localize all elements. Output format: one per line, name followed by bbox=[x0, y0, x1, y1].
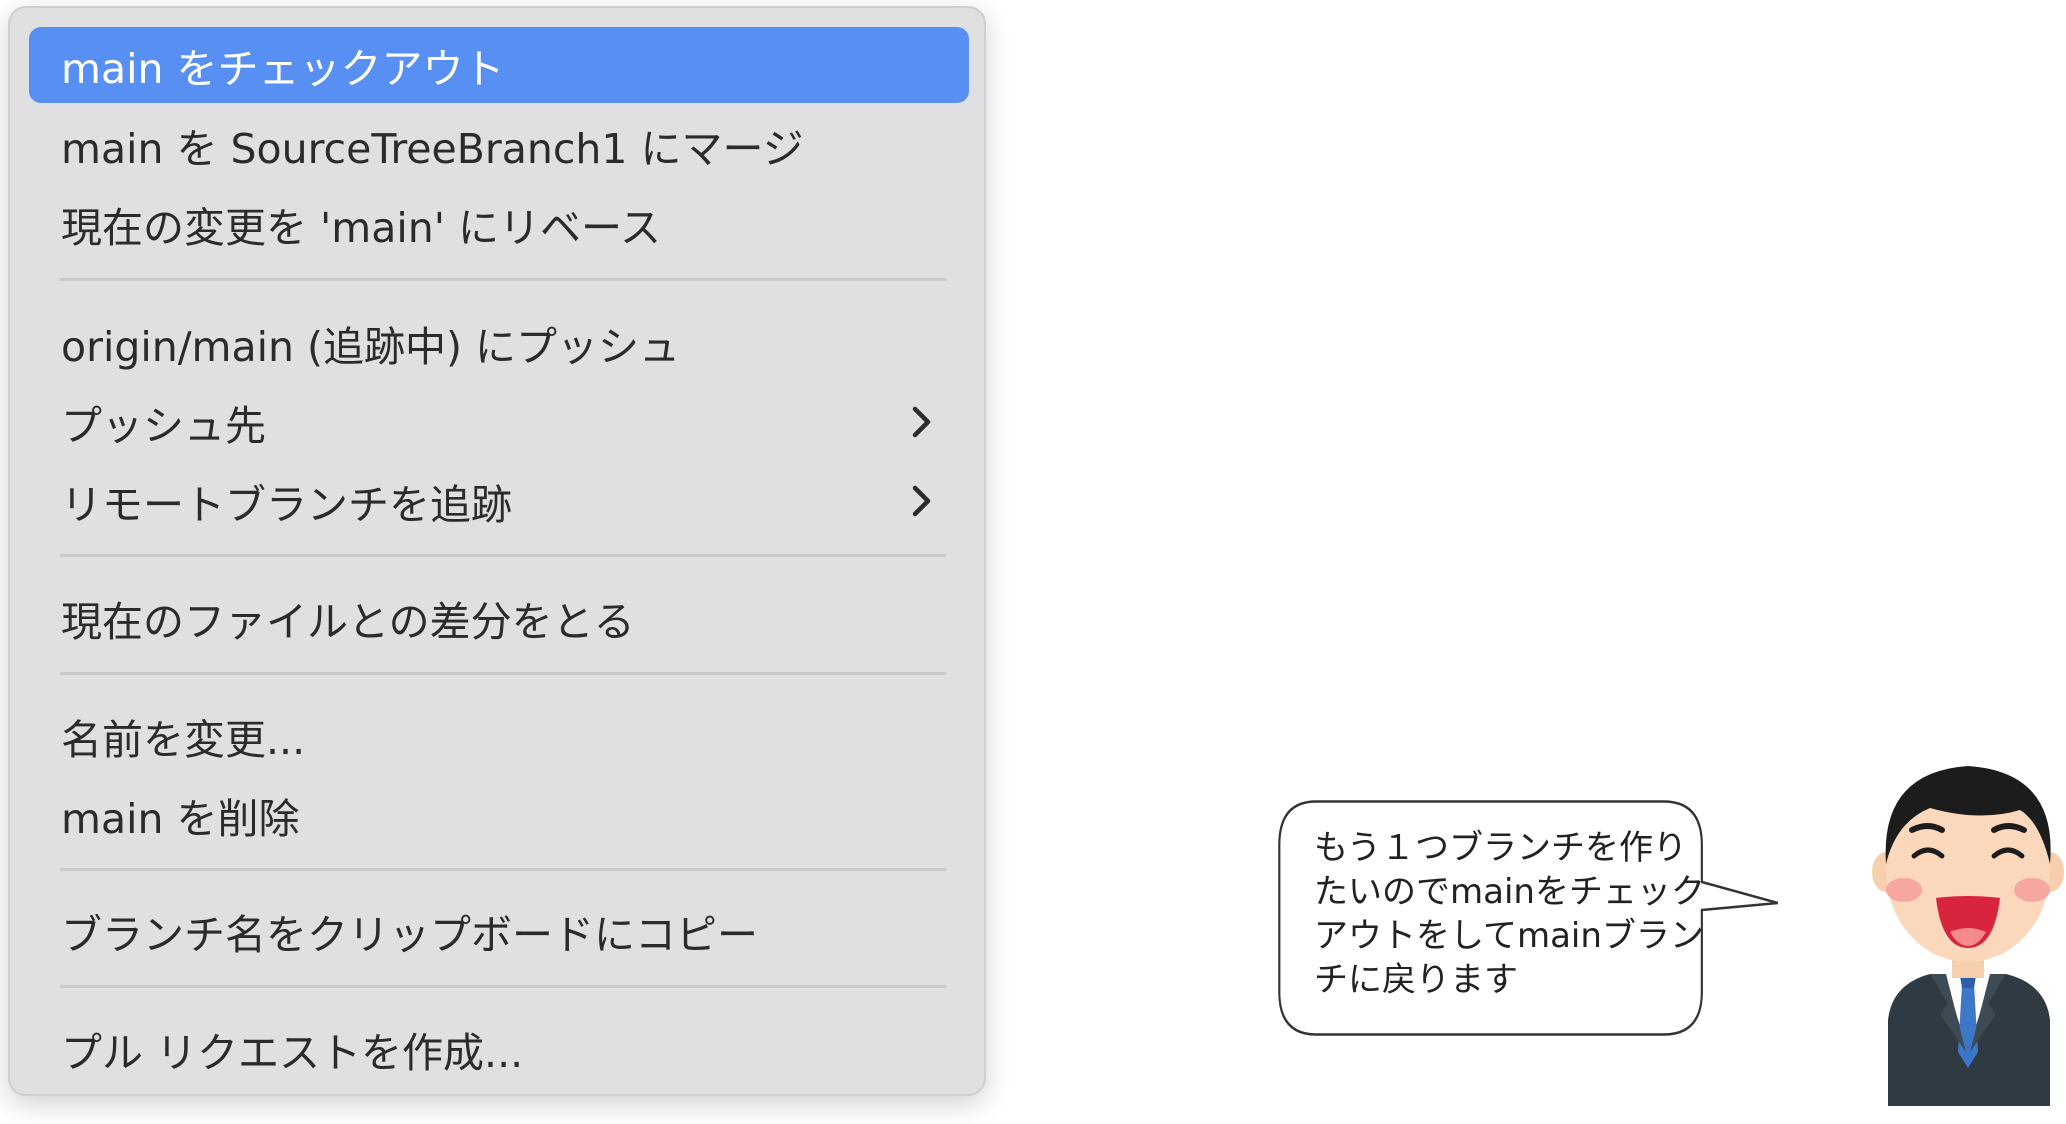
menu-item-push-origin-main[interactable]: origin/main (追跡中) にプッシュ bbox=[29, 305, 969, 381]
menu-item-push-to[interactable]: プッシュ先 bbox=[29, 384, 969, 460]
menu-item-label: main を SourceTreeBranch1 にマージ bbox=[61, 125, 804, 173]
context-menu: main をチェックアウト main を SourceTreeBranch1 に… bbox=[8, 6, 986, 1096]
menu-item-diff-with-current-file[interactable]: 現在のファイルとの差分をとる bbox=[29, 580, 969, 656]
menu-item-label: main を削除 bbox=[61, 795, 300, 843]
menu-separator bbox=[60, 985, 946, 988]
menu-item-track-remote-branch[interactable]: リモートブランチを追跡 bbox=[29, 463, 969, 539]
menu-item-label: ブランチ名をクリップボードにコピー bbox=[61, 911, 758, 959]
menu-item-label: 現在のファイルとの差分をとる bbox=[61, 598, 635, 646]
speech-bubble-line: たいのでmainをチェック bbox=[1314, 872, 1705, 912]
menu-item-label: プル リクエストを作成... bbox=[61, 1029, 524, 1077]
menu-item-merge-main[interactable]: main を SourceTreeBranch1 にマージ bbox=[29, 107, 969, 183]
menu-separator bbox=[60, 672, 946, 675]
chevron-right-icon bbox=[912, 406, 931, 438]
menu-item-label: プッシュ先 bbox=[61, 402, 266, 450]
businessman-illustration bbox=[1872, 766, 2064, 1106]
menu-item-rename[interactable]: 名前を変更... bbox=[29, 698, 969, 774]
menu-item-create-pull-request[interactable]: プル リクエストを作成... bbox=[29, 1011, 969, 1087]
menu-item-label: origin/main (追跡中) にプッシュ bbox=[61, 323, 681, 371]
speech-bubble-line: もう１つブランチを作り bbox=[1314, 828, 1687, 868]
menu-separator bbox=[60, 868, 946, 871]
chevron-right-icon bbox=[912, 485, 931, 517]
menu-separator bbox=[60, 278, 946, 281]
menu-item-checkout-main[interactable]: main をチェックアウト bbox=[29, 27, 969, 103]
menu-item-rebase-onto-main[interactable]: 現在の変更を 'main' にリベース bbox=[29, 186, 969, 262]
speech-bubble-line: アウトをしてmainブラン bbox=[1314, 916, 1704, 956]
speech-bubble-line: チに戻ります bbox=[1314, 960, 1518, 1000]
menu-item-copy-branch-name[interactable]: ブランチ名をクリップボードにコピー bbox=[29, 893, 969, 969]
menu-item-label: リモートブランチを追跡 bbox=[61, 481, 512, 529]
menu-separator bbox=[60, 554, 946, 557]
menu-item-label: main をチェックアウト bbox=[61, 45, 505, 93]
menu-item-label: 名前を変更... bbox=[61, 716, 306, 764]
menu-item-delete-main[interactable]: main を削除 bbox=[29, 777, 969, 853]
speech-bubble-text: もう１つブランチを作り たいのでmainをチェック アウトをしてmainブラン … bbox=[1314, 826, 1754, 1002]
menu-item-label: 現在の変更を 'main' にリベース bbox=[61, 204, 661, 252]
